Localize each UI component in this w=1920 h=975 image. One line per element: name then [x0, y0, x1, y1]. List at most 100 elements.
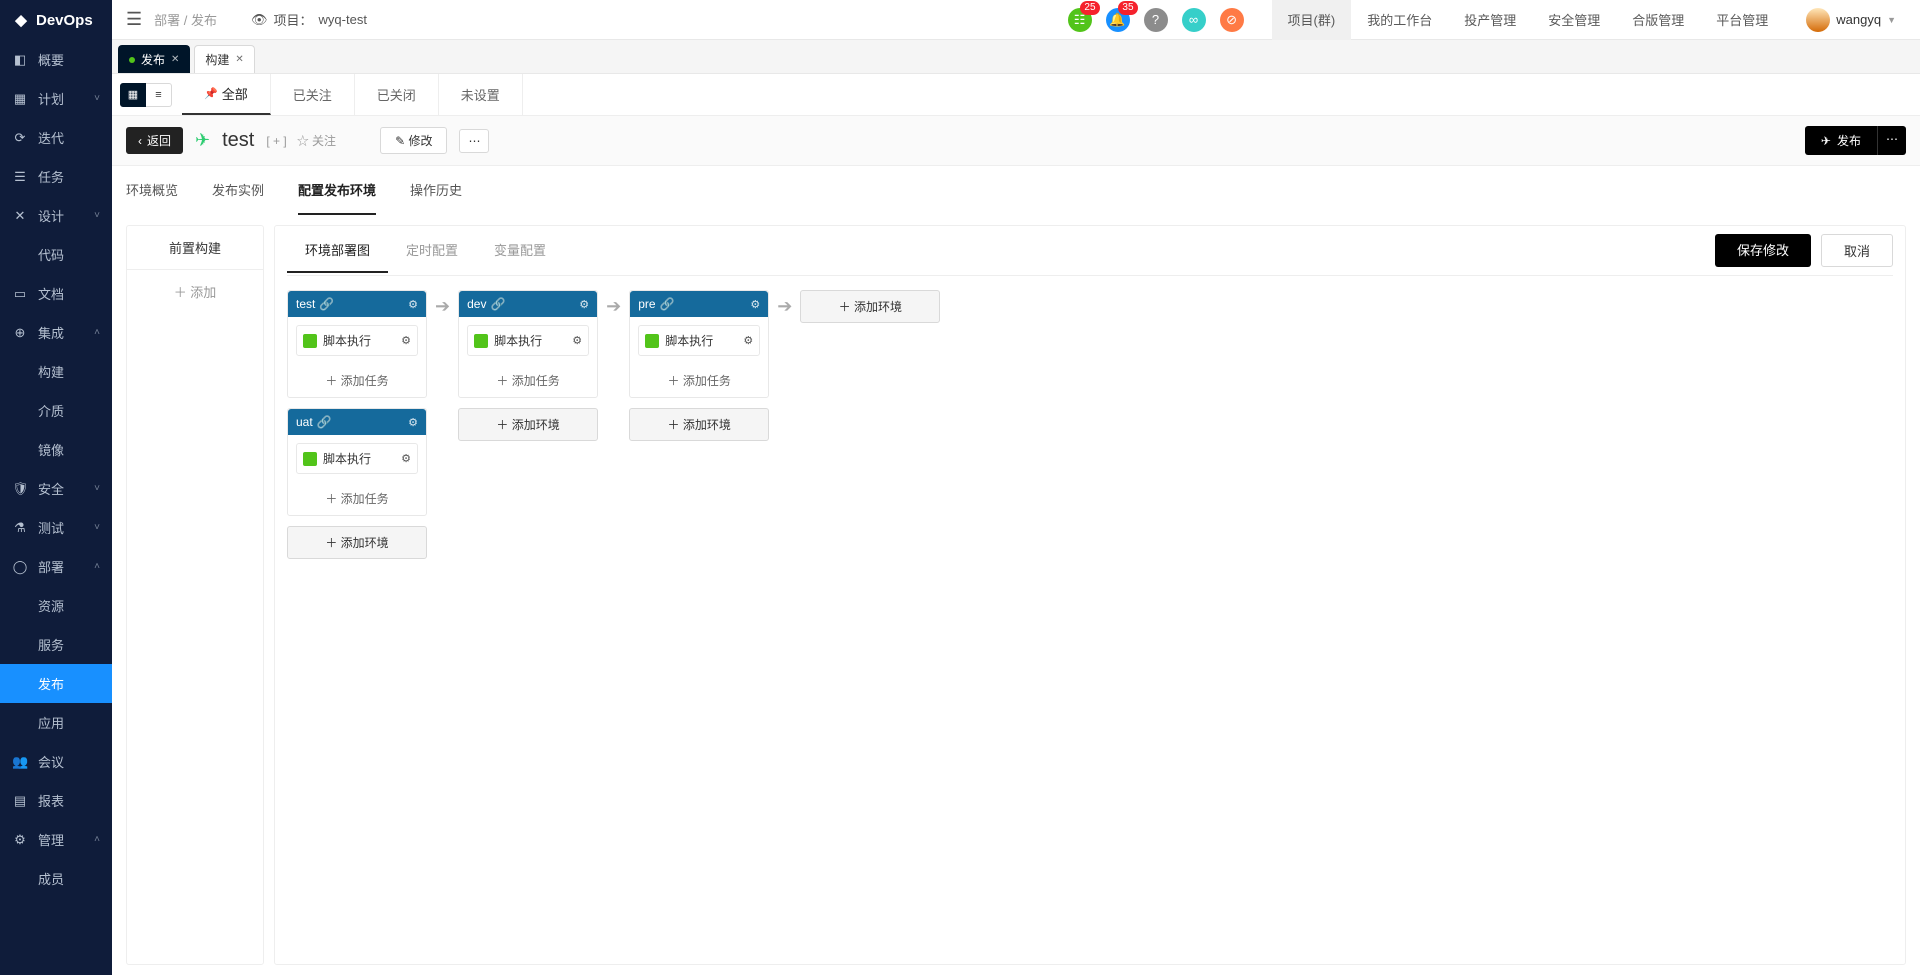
- add-task-button[interactable]: ＋ 添加任务: [630, 364, 768, 397]
- filter-tab-未设置[interactable]: 未设置: [439, 74, 523, 115]
- block-icon[interactable]: ⊘: [1220, 8, 1244, 32]
- chevron-icon: ˅: [94, 93, 100, 104]
- env-header[interactable]: uat 🔗 ⚙: [288, 409, 426, 435]
- sidebar-item-管理[interactable]: ⚙管理˄: [0, 820, 112, 859]
- env-tab-定时配置[interactable]: 定时配置: [388, 228, 476, 273]
- top-link-投产管理[interactable]: 投产管理: [1448, 0, 1532, 40]
- sidebar-item-文档[interactable]: ▭文档: [0, 274, 112, 313]
- task-row[interactable]: 脚本执行 ⚙: [296, 443, 418, 474]
- close-icon[interactable]: ✕: [171, 54, 179, 65]
- prebuild-add[interactable]: ＋ 添加: [127, 270, 263, 313]
- hamburger-icon[interactable]: ☰: [126, 9, 142, 30]
- save-button[interactable]: 保存修改: [1715, 234, 1811, 267]
- add-task-button[interactable]: ＋ 添加任务: [459, 364, 597, 397]
- breadcrumb[interactable]: 部署 / 发布: [154, 10, 217, 29]
- env-header[interactable]: test 🔗 ⚙: [288, 291, 426, 317]
- sidebar-item-集成[interactable]: ⊕集成˄: [0, 313, 112, 352]
- avatar: [1806, 8, 1830, 32]
- side-icon: ⚗: [12, 520, 28, 536]
- top-link-我的工作台[interactable]: 我的工作台: [1351, 0, 1448, 40]
- sidebar-item-计划[interactable]: ▦计划˅: [0, 79, 112, 118]
- sidebar-item-测试[interactable]: ⚗测试˅: [0, 508, 112, 547]
- task-row[interactable]: 脚本执行 ⚙: [638, 325, 760, 356]
- sidebar-item-代码[interactable]: 代码: [0, 235, 112, 274]
- add-task-button[interactable]: ＋ 添加任务: [288, 482, 426, 515]
- filter-tab-已关闭[interactable]: 已关闭: [355, 74, 439, 115]
- sec-tab-配置发布环境[interactable]: 配置发布环境: [298, 166, 376, 215]
- sidebar-sub-镜像[interactable]: 镜像: [0, 430, 112, 469]
- doc-tab-构建[interactable]: 构建✕: [194, 45, 254, 73]
- plane-icon: ✈: [195, 130, 210, 151]
- top-link-合版管理[interactable]: 合版管理: [1616, 0, 1700, 40]
- doc-tab-发布[interactable]: 发布✕: [118, 45, 190, 73]
- meta-bracket[interactable]: [ + ]: [266, 134, 286, 148]
- edit-button[interactable]: ✎ 修改: [380, 127, 447, 154]
- gear-icon[interactable]: ⚙: [750, 298, 760, 311]
- top-links: 项目(群)我的工作台投产管理安全管理合版管理平台管理: [1272, 0, 1785, 40]
- publish-more-button[interactable]: ⋯: [1877, 126, 1906, 155]
- sidebar-item-任务[interactable]: ☰任务: [0, 157, 112, 196]
- publish-button[interactable]: ✈ 发布: [1805, 126, 1877, 155]
- add-env-button[interactable]: ＋ 添加环境: [800, 290, 940, 323]
- view-list-icon[interactable]: ≡: [146, 83, 172, 107]
- gear-icon[interactable]: ⚙: [572, 334, 582, 347]
- top-link-项目(群)[interactable]: 项目(群): [1272, 0, 1352, 40]
- notif-green-icon[interactable]: ☷25: [1068, 8, 1092, 32]
- task-icon: [474, 334, 488, 348]
- star-icon[interactable]: ☆ 关注: [297, 132, 336, 149]
- breadcrumb-a[interactable]: 部署: [154, 13, 180, 28]
- sec-tab-环境概览[interactable]: 环境概览: [126, 166, 178, 215]
- env-tab-变量配置[interactable]: 变量配置: [476, 228, 564, 273]
- add-env-button[interactable]: ＋ 添加环境: [458, 408, 598, 441]
- view-toggle: ▦ ≡: [120, 83, 172, 107]
- breadcrumb-b[interactable]: 发布: [191, 13, 217, 28]
- sidebar-item-报表[interactable]: ▤报表: [0, 781, 112, 820]
- sidebar-sub-资源[interactable]: 资源: [0, 586, 112, 625]
- sidebar-item-会议[interactable]: 👥会议: [0, 742, 112, 781]
- top-link-安全管理[interactable]: 安全管理: [1532, 0, 1616, 40]
- user-menu[interactable]: wangyq ▼: [1796, 8, 1906, 32]
- sidebar-item-部署[interactable]: ◯部署˄: [0, 547, 112, 586]
- project-selector[interactable]: 👁 项目：wyq-test: [251, 10, 367, 29]
- sidebar-sub-应用[interactable]: 应用: [0, 703, 112, 742]
- close-icon[interactable]: ✕: [235, 54, 243, 65]
- sec-tab-操作历史[interactable]: 操作历史: [410, 166, 462, 215]
- sidebar-sub-构建[interactable]: 构建: [0, 352, 112, 391]
- sidebar-item-安全[interactable]: 🛡安全˅: [0, 469, 112, 508]
- cancel-button[interactable]: 取消: [1821, 234, 1893, 267]
- task-row[interactable]: 脚本执行 ⚙: [296, 325, 418, 356]
- back-button[interactable]: ‹ 返回: [126, 127, 183, 154]
- gear-icon[interactable]: ⚙: [743, 334, 753, 347]
- top-link-平台管理[interactable]: 平台管理: [1700, 0, 1784, 40]
- notif-bell-icon[interactable]: 🔔35: [1106, 8, 1130, 32]
- sidebar-item-迭代[interactable]: ⟳迭代: [0, 118, 112, 157]
- help-icon[interactable]: ?: [1144, 8, 1168, 32]
- filter-tab-已关注[interactable]: 已关注: [271, 74, 355, 115]
- sidebar-sub-介质[interactable]: 介质: [0, 391, 112, 430]
- gear-icon[interactable]: ⚙: [401, 334, 411, 347]
- gear-icon[interactable]: ⚙: [401, 452, 411, 465]
- gear-icon[interactable]: ⚙: [579, 298, 589, 311]
- sec-tab-发布实例[interactable]: 发布实例: [212, 166, 264, 215]
- sidebar-sub-服务[interactable]: 服务: [0, 625, 112, 664]
- task-row[interactable]: 脚本执行 ⚙: [467, 325, 589, 356]
- gear-icon[interactable]: ⚙: [408, 416, 418, 429]
- more-button[interactable]: ⋯: [459, 129, 489, 153]
- add-env-button[interactable]: ＋ 添加环境: [629, 408, 769, 441]
- add-env-button[interactable]: ＋ 添加环境: [287, 526, 427, 559]
- env-column: dev 🔗 ⚙ 脚本执行 ⚙ ＋ 添加任务 ＋ 添加环境: [458, 290, 598, 441]
- env-header[interactable]: dev 🔗 ⚙: [459, 291, 597, 317]
- sidebar-sub-发布[interactable]: 发布: [0, 664, 112, 703]
- sidebar-sub-成员[interactable]: 成员: [0, 859, 112, 898]
- add-task-button[interactable]: ＋ 添加任务: [288, 364, 426, 397]
- view-grid-icon[interactable]: ▦: [120, 83, 146, 107]
- env-header[interactable]: pre 🔗 ⚙: [630, 291, 768, 317]
- link-icon[interactable]: ∞: [1182, 8, 1206, 32]
- gear-icon[interactable]: ⚙: [408, 298, 418, 311]
- side-icon: ◯: [12, 559, 28, 575]
- sidebar-item-设计[interactable]: ✕设计˅: [0, 196, 112, 235]
- sidebar-item-概要[interactable]: ◧概要: [0, 40, 112, 79]
- chevron-icon: ˅: [94, 483, 100, 494]
- env-tab-环境部署图[interactable]: 环境部署图: [287, 228, 388, 273]
- filter-tab-全部[interactable]: 📌全部: [182, 74, 271, 115]
